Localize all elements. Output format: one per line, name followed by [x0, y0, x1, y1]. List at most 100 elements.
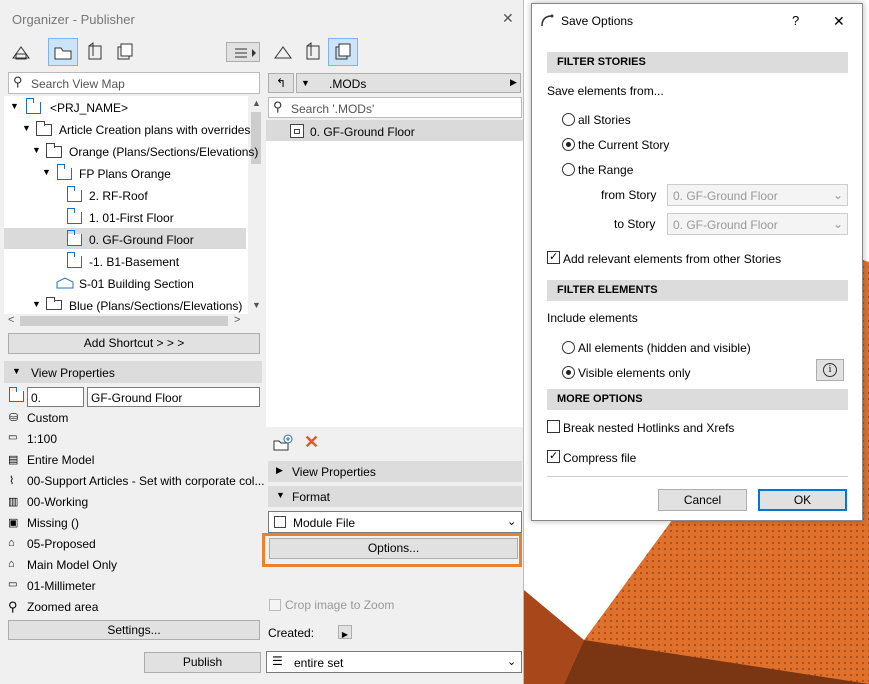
- break-nested-label[interactable]: Break nested Hotlinks and Xrefs: [563, 421, 734, 435]
- folder-selector[interactable]: ▼ .MODs ▶: [296, 73, 521, 93]
- tree-item[interactable]: Article Creation plans with overrides: [59, 123, 250, 137]
- add-relevant-label[interactable]: Add relevant elements from other Stories: [563, 252, 781, 266]
- tree-item[interactable]: FP Plans Orange: [79, 167, 171, 181]
- view-map-search[interactable]: ⚲ Search View Map: [8, 72, 260, 94]
- view-name-field[interactable]: GF-Ground Floor: [87, 387, 260, 407]
- close-icon[interactable]: ✕: [833, 13, 845, 30]
- up-folder-button[interactable]: ↰: [268, 73, 294, 93]
- vp-scale[interactable]: 1:100: [27, 432, 57, 446]
- from-story-select[interactable]: 0. GF-Ground Floor ⌄: [667, 184, 848, 206]
- tree-item[interactable]: -1. B1-Basement: [89, 255, 179, 269]
- set-value: entire set: [294, 656, 344, 670]
- tree-item[interactable]: Orange (Plans/Sections/Elevations): [69, 145, 258, 159]
- cancel-button[interactable]: Cancel: [658, 489, 747, 511]
- visible-only-radio[interactable]: [562, 366, 575, 379]
- range-radio[interactable]: [562, 163, 575, 176]
- vp-renovation[interactable]: 05-Proposed: [27, 537, 96, 551]
- tree-expand-icon[interactable]: ▼: [22, 123, 31, 133]
- delete-icon[interactable]: ✕: [304, 432, 319, 453]
- scroll-down-icon[interactable]: ▼: [252, 300, 261, 310]
- organizer-window: Organizer - Publisher ✕ ⚲ Search View Ma…: [0, 0, 524, 684]
- folder-icon: [36, 121, 52, 136]
- scroll-right-icon[interactable]: >: [234, 314, 240, 326]
- layer-combo-icon: ⛁: [9, 412, 19, 424]
- created-button[interactable]: ▶: [338, 625, 352, 639]
- hscroll-thumb[interactable]: [20, 316, 228, 326]
- tree-hscrollbar[interactable]: < >: [4, 314, 264, 328]
- format-select[interactable]: Module File ⌄: [268, 511, 522, 533]
- tree-expand-icon[interactable]: ▼: [32, 299, 41, 309]
- all-elements-label[interactable]: All elements (hidden and visible): [578, 341, 751, 355]
- project-map-icon[interactable]: [10, 42, 32, 62]
- right-layout-icon[interactable]: [302, 42, 324, 62]
- view-map-icon[interactable]: [48, 38, 78, 66]
- add-relevant-checkbox[interactable]: ✓: [547, 251, 560, 264]
- layout-book-icon[interactable]: [84, 42, 106, 62]
- right-project-map-icon[interactable]: [272, 42, 294, 62]
- floor-plans-icon: [57, 164, 72, 180]
- publisher-sets-icon[interactable]: [114, 42, 136, 62]
- publish-button[interactable]: Publish: [144, 652, 261, 673]
- tree-item[interactable]: <PRJ_NAME>: [50, 101, 128, 115]
- tree-expand-icon[interactable]: ▼: [10, 101, 19, 111]
- range-label[interactable]: the Range: [578, 163, 633, 177]
- scroll-left-icon[interactable]: <: [8, 314, 14, 326]
- vp-model-only[interactable]: Main Model Only: [27, 558, 117, 572]
- tree-expand-icon[interactable]: ▼: [42, 167, 51, 177]
- more-options-title: MORE OPTIONS: [557, 393, 643, 405]
- publisher-search-placeholder: Search '.MODs': [291, 102, 375, 116]
- vp-dimension[interactable]: 01-Millimeter: [27, 579, 96, 593]
- organizer-close-icon[interactable]: ✕: [502, 10, 514, 27]
- vp-pen-set[interactable]: 00-Support Articles - Set with corporate…: [27, 474, 264, 488]
- tree-item-selected[interactable]: 0. GF-Ground Floor: [89, 233, 194, 247]
- override-icon: ▣: [8, 517, 19, 529]
- tree-expand-icon[interactable]: ▼: [32, 145, 41, 155]
- info-icon: i: [823, 363, 837, 377]
- include-label: Include elements: [547, 311, 638, 325]
- visible-only-label[interactable]: Visible elements only: [578, 366, 691, 380]
- view-properties-header[interactable]: ▼ View Properties: [4, 361, 262, 383]
- menu-toggle-icon[interactable]: [226, 42, 260, 62]
- model-only-icon: ⌂: [8, 558, 15, 570]
- format-header[interactable]: ▼ Format: [268, 486, 522, 507]
- crop-checkbox[interactable]: [269, 599, 281, 611]
- vp-structure-display[interactable]: Entire Model: [27, 453, 94, 467]
- publisher-search[interactable]: ⚲ Search '.MODs': [268, 97, 522, 118]
- structure-icon: ▤: [8, 454, 19, 466]
- tree-item[interactable]: S-01 Building Section: [79, 277, 194, 291]
- tree-item[interactable]: 1. 01-First Floor: [89, 211, 174, 225]
- current-story-label[interactable]: the Current Story: [578, 138, 669, 152]
- vp-zoom[interactable]: Zoomed area: [27, 600, 98, 614]
- all-stories-radio[interactable]: [562, 113, 575, 126]
- all-stories-label[interactable]: all Stories: [578, 113, 631, 127]
- break-nested-checkbox[interactable]: [547, 420, 560, 433]
- new-folder-icon[interactable]: [272, 433, 294, 453]
- floor-plan-icon: [67, 230, 82, 246]
- current-story-radio[interactable]: [562, 138, 575, 151]
- publisher-item[interactable]: 0. GF-Ground Floor: [310, 125, 415, 139]
- view-id-icon: [9, 387, 24, 402]
- vp-layer-combination[interactable]: Custom: [27, 411, 68, 425]
- dropdown-arrow-icon: ▼: [301, 78, 310, 88]
- compress-checkbox[interactable]: ✓: [547, 450, 560, 463]
- publisher-view-properties-header[interactable]: ▶ View Properties: [268, 461, 522, 482]
- add-shortcut-button[interactable]: Add Shortcut > > >: [8, 333, 260, 354]
- view-id-field[interactable]: 0.: [27, 387, 84, 407]
- help-icon[interactable]: ?: [792, 13, 799, 28]
- scroll-up-icon[interactable]: ▲: [252, 98, 261, 108]
- to-story-select[interactable]: 0. GF-Ground Floor ⌄: [667, 213, 848, 235]
- compress-label[interactable]: Compress file: [563, 451, 636, 465]
- settings-button[interactable]: Settings...: [8, 620, 260, 640]
- ok-button[interactable]: OK: [758, 489, 847, 511]
- options-button[interactable]: Options...: [269, 538, 518, 559]
- vp-override[interactable]: Missing (): [27, 516, 79, 530]
- model-view-icon: ▥: [8, 496, 19, 508]
- info-button[interactable]: i: [816, 359, 844, 381]
- tree-item[interactable]: Blue (Plans/Sections/Elevations): [69, 299, 242, 313]
- folder-icon: [46, 143, 62, 158]
- all-elements-radio[interactable]: [562, 341, 575, 354]
- set-select[interactable]: ☰ entire set ⌄: [266, 651, 522, 673]
- vp-model-view[interactable]: 00-Working: [27, 495, 88, 509]
- right-publisher-icon[interactable]: [328, 38, 358, 66]
- tree-item[interactable]: 2. RF-Roof: [89, 189, 148, 203]
